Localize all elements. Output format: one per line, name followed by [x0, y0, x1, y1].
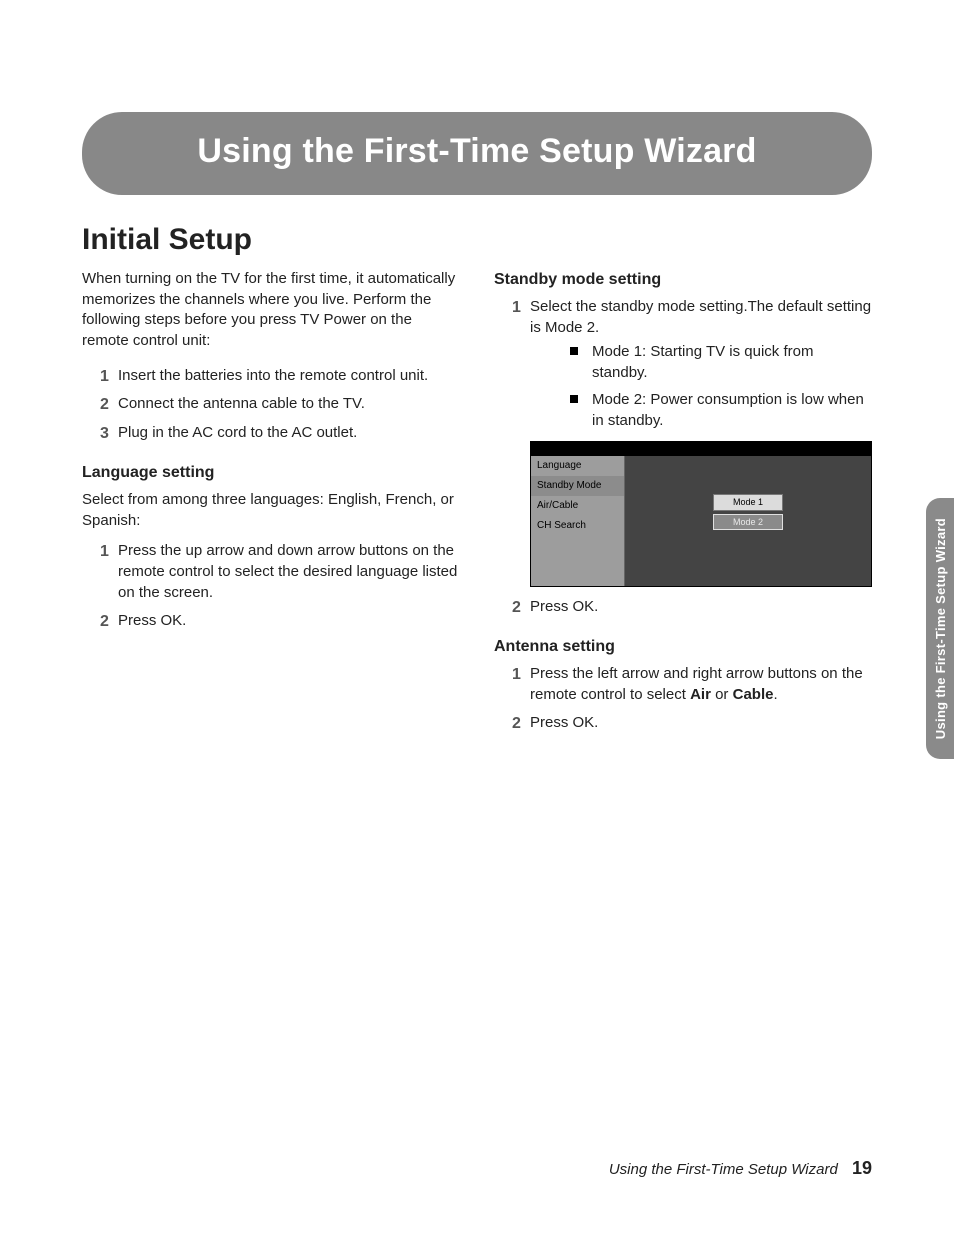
- language-heading: Language setting: [82, 462, 460, 484]
- step-text: Press the left arrow and right arrow but…: [530, 665, 863, 703]
- standby-bullets: Mode 1: Starting TV is quick from standb…: [530, 342, 872, 431]
- step-text: Plug in the AC cord to the AC outlet.: [118, 424, 357, 441]
- tv-menu-side-item-selected: Standby Mode: [531, 476, 624, 496]
- prereq-steps: 1 Insert the batteries into the remote co…: [82, 366, 460, 444]
- step-number: 1: [512, 297, 521, 319]
- list-item: 2 Press OK.: [512, 713, 872, 734]
- chapter-title: Using the First-Time Setup Wizard: [92, 132, 862, 171]
- list-item: 2 Press OK.: [512, 597, 872, 618]
- section-title: Initial Setup: [82, 223, 872, 257]
- bold-text: Air: [690, 686, 711, 703]
- step-number: 3: [100, 423, 109, 445]
- list-item: 1 Press the left arrow and right arrow b…: [512, 664, 872, 705]
- step-text: Press the up arrow and down arrow button…: [118, 542, 457, 600]
- list-item: 3 Plug in the AC cord to the AC outlet.: [100, 423, 460, 444]
- step-number: 1: [100, 541, 109, 563]
- step-text: Press OK.: [530, 714, 598, 731]
- footer-title: Using the First-Time Setup Wizard: [609, 1161, 838, 1178]
- text-fragment: or: [711, 686, 733, 703]
- list-item: 1 Press the up arrow and down arrow butto…: [100, 541, 460, 603]
- step-text: Connect the antenna cable to the TV.: [118, 395, 365, 412]
- tv-menu-body: Language Standby Mode Air/Cable CH Searc…: [531, 456, 871, 586]
- tv-menu-figure: Language Standby Mode Air/Cable CH Searc…: [530, 441, 872, 587]
- step-text: Select the standby mode setting.The defa…: [530, 298, 871, 336]
- antenna-heading: Antenna setting: [494, 636, 872, 658]
- tv-menu-side-item: CH Search: [531, 516, 624, 536]
- step-number: 2: [100, 394, 109, 416]
- page-number: 19: [852, 1158, 872, 1178]
- step-number: 1: [100, 366, 109, 388]
- tv-menu-topbar: [531, 442, 871, 456]
- tv-menu-option: Mode 1: [713, 494, 783, 510]
- language-paragraph: Select from among three languages: Engli…: [82, 490, 460, 531]
- tv-menu-main: Mode 1 Mode 2: [625, 456, 871, 586]
- bullet-item: Mode 2: Power consumption is low when in…: [570, 390, 872, 431]
- step-number: 2: [512, 713, 521, 735]
- left-column: When turning on the TV for the first tim…: [82, 269, 460, 742]
- step-text: Insert the batteries into the remote con…: [118, 367, 428, 384]
- list-item: 2 Press OK.: [100, 611, 460, 632]
- step-number: 2: [512, 597, 521, 619]
- step-number: 2: [100, 611, 109, 633]
- step-text: Press OK.: [530, 598, 598, 615]
- list-item: 1 Select the standby mode setting.The de…: [512, 297, 872, 587]
- standby-heading: Standby mode setting: [494, 269, 872, 291]
- text-fragment: .: [773, 686, 777, 703]
- side-tab-label: Using the First-Time Setup Wizard: [933, 518, 948, 739]
- antenna-steps: 1 Press the left arrow and right arrow b…: [494, 664, 872, 734]
- step-text: Press OK.: [118, 612, 186, 629]
- list-item: 1 Insert the batteries into the remote co…: [100, 366, 460, 387]
- list-item: 2 Connect the antenna cable to the TV.: [100, 394, 460, 415]
- standby-steps: 1 Select the standby mode setting.The de…: [494, 297, 872, 618]
- intro-paragraph: When turning on the TV for the first tim…: [82, 269, 460, 352]
- step-number: 1: [512, 664, 521, 686]
- side-tab: Using the First-Time Setup Wizard: [926, 498, 954, 759]
- tv-menu-sidebar: Language Standby Mode Air/Cable CH Searc…: [531, 456, 625, 586]
- bullet-item: Mode 1: Starting TV is quick from standb…: [570, 342, 872, 383]
- chapter-banner: Using the First-Time Setup Wizard: [82, 112, 872, 195]
- page-footer: Using the First-Time Setup Wizard 19: [609, 1158, 872, 1179]
- right-column: Standby mode setting 1 Select the standb…: [494, 269, 872, 742]
- tv-menu-side-item: Language: [531, 456, 624, 476]
- tv-menu-side-item: Air/Cable: [531, 496, 624, 516]
- two-column-layout: When turning on the TV for the first tim…: [82, 269, 872, 742]
- tv-menu-option-selected: Mode 2: [713, 514, 783, 530]
- language-steps: 1 Press the up arrow and down arrow butto…: [82, 541, 460, 632]
- bold-text: Cable: [733, 686, 774, 703]
